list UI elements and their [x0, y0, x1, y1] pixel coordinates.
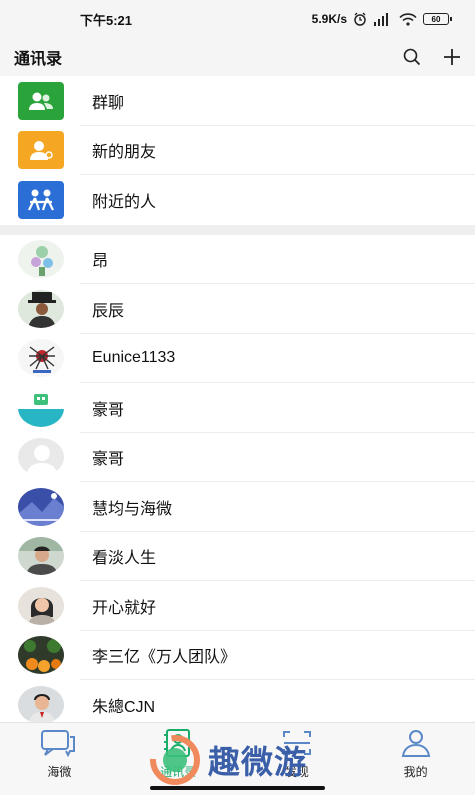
tab-label: 通讯录 [160, 765, 197, 779]
section-divider [0, 224, 475, 235]
contact-name: 开心就好 [92, 599, 157, 617]
nearby-people-row[interactable]: 附近的人 [0, 175, 475, 225]
contact-name: 豪哥 [92, 401, 125, 419]
new-friend-icon [18, 131, 64, 170]
avatar [18, 636, 64, 675]
avatar [18, 685, 64, 724]
contact-row[interactable]: Eunice1133 [0, 333, 475, 383]
home-indicator[interactable] [150, 786, 325, 790]
avatar [18, 388, 64, 427]
avatar [18, 487, 64, 526]
header-actions [403, 48, 461, 66]
status-bar: 下午5:21 5.9K/s 60 [0, 0, 475, 38]
plus-icon[interactable] [443, 48, 461, 66]
contacts-icon [164, 729, 191, 757]
contact-row[interactable]: 豪哥 [0, 432, 475, 482]
page-title: 通讯录 [14, 51, 63, 68]
contact-name: 李三亿《万人团队》 [92, 649, 237, 667]
contact-name: 慧均与海微 [92, 500, 173, 518]
wifi-icon [399, 12, 417, 26]
contact-name: 辰辰 [92, 302, 125, 320]
tab-me[interactable]: 我的 [356, 723, 475, 795]
contact-row[interactable]: 李三亿《万人团队》 [0, 630, 475, 680]
tab-label: 我的 [403, 765, 428, 779]
function-label: 附近的人 [92, 193, 157, 211]
avatar [18, 438, 64, 477]
new-friend-row[interactable]: 新的朋友 [0, 125, 475, 175]
tab-discover[interactable]: 发现 [238, 723, 357, 795]
contact-row[interactable]: 开心就好 [0, 581, 475, 631]
contact-row[interactable]: 看淡人生 [0, 531, 475, 581]
search-icon[interactable] [403, 48, 421, 66]
group-chat-row[interactable]: 群聊 [0, 76, 475, 126]
tab-label: 发现 [284, 765, 309, 779]
bottom-tab-bar: 海微 通讯录 发现 我的 [0, 722, 475, 795]
contact-name: 豪哥 [92, 451, 125, 469]
network-speed: 5.9K/s [311, 12, 347, 26]
signal-icon [374, 12, 388, 26]
contact-row[interactable]: 慧均与海微 [0, 482, 475, 532]
avatar [18, 537, 64, 576]
function-label: 新的朋友 [92, 144, 157, 162]
profile-icon [401, 730, 430, 757]
header: 通讯录 [0, 38, 475, 76]
nearby-people-icon [18, 180, 64, 219]
battery-icon: 60 [423, 13, 452, 25]
contact-row[interactable]: 辰辰 [0, 284, 475, 334]
alarm-icon [354, 12, 366, 26]
contact-row[interactable]: 豪哥 [0, 383, 475, 433]
contacts-list: 群聊 新的朋友 附近的人 昂 辰辰 Eunice1133 豪哥 豪哥 慧均与海微… [0, 76, 475, 730]
contact-name: 朱總CJN [92, 698, 156, 716]
status-indicators: 5.9K/s 60 [311, 12, 452, 26]
tab-contacts[interactable]: 通讯录 [119, 723, 238, 795]
avatar [18, 240, 64, 279]
contact-name: Eunice1133 [92, 349, 176, 367]
tab-label: 海微 [47, 765, 72, 779]
discover-icon [282, 731, 311, 755]
status-time: 下午5:21 [80, 12, 133, 28]
contact-name: 看淡人生 [92, 550, 157, 568]
tab-chats[interactable]: 海微 [0, 723, 119, 795]
avatar [18, 289, 64, 328]
group-chat-icon [18, 81, 64, 120]
avatar [18, 339, 64, 378]
function-label: 群聊 [92, 94, 125, 112]
chat-icon [41, 730, 76, 757]
contact-name: 昂 [92, 253, 109, 271]
avatar [18, 586, 64, 625]
contact-row[interactable]: 昂 [0, 234, 475, 284]
